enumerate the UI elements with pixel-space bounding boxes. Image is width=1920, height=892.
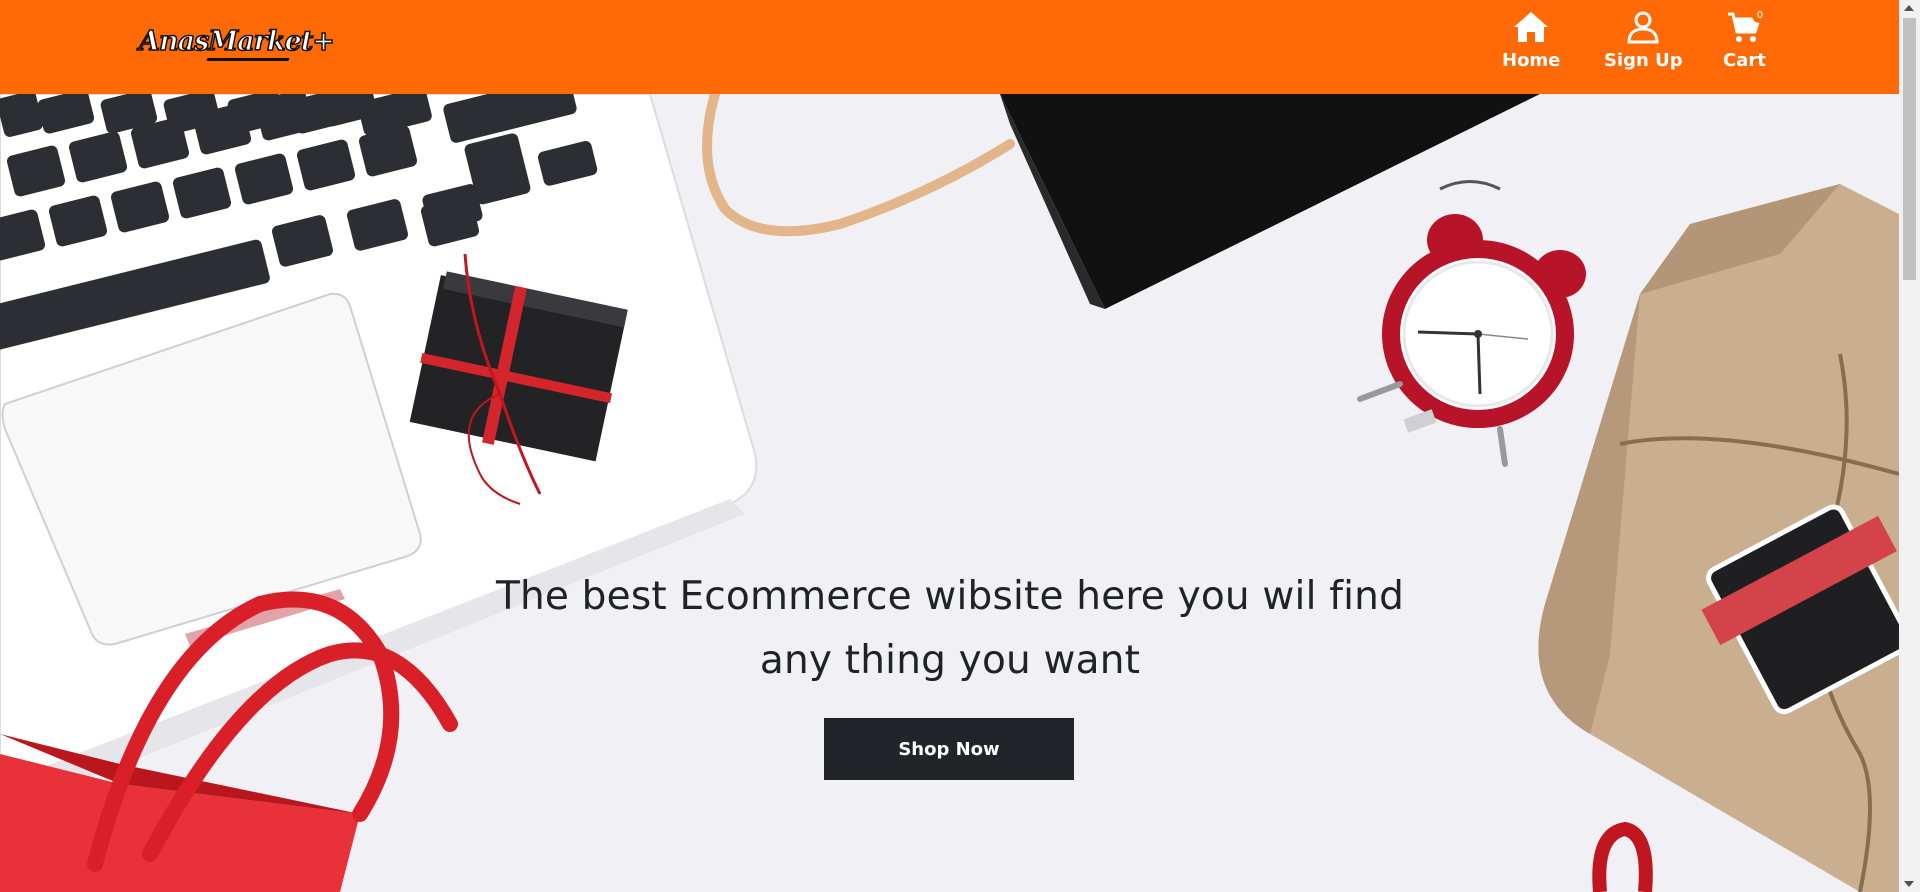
brand-logo[interactable]: AnasMarket+ — [138, 25, 336, 66]
hero-title: The best Ecommerce wibsite here you wil … — [450, 565, 1450, 693]
scroll-up-arrow-icon[interactable] — [1904, 5, 1914, 11]
nav-home-label: Home — [1502, 50, 1561, 71]
user-icon — [1624, 10, 1662, 44]
hero-banner: The best Ecommerce wibsite here you wil … — [0, 94, 1899, 892]
page-scrollbar[interactable] — [1899, 0, 1920, 892]
brand-logo-text: AnasMarket+ — [138, 25, 335, 58]
nav-cart-label: Cart — [1723, 50, 1766, 71]
logo-underline — [206, 58, 290, 61]
scroll-thumb[interactable] — [1903, 18, 1916, 280]
scroll-down-arrow-icon[interactable] — [1904, 881, 1914, 887]
navbar: AnasMarket+ Home Sign Up 0 Cart — [0, 0, 1899, 94]
nav-cart-link[interactable]: 0 Cart — [1723, 8, 1768, 71]
home-icon — [1512, 10, 1550, 44]
nav-signup-label: Sign Up — [1604, 50, 1683, 71]
hero-title-line-1: The best Ecommerce wibsite here you wil … — [495, 574, 1405, 619]
hero-title-line-2: any thing you want — [759, 638, 1141, 683]
nav-signup-link[interactable]: Sign Up — [1604, 10, 1683, 71]
shop-now-button[interactable]: Shop Now — [824, 718, 1074, 780]
nav-home-link[interactable]: Home — [1502, 10, 1560, 71]
cart-count-badge: 0 — [1752, 8, 1768, 23]
cart-icon: 0 — [1725, 8, 1768, 44]
